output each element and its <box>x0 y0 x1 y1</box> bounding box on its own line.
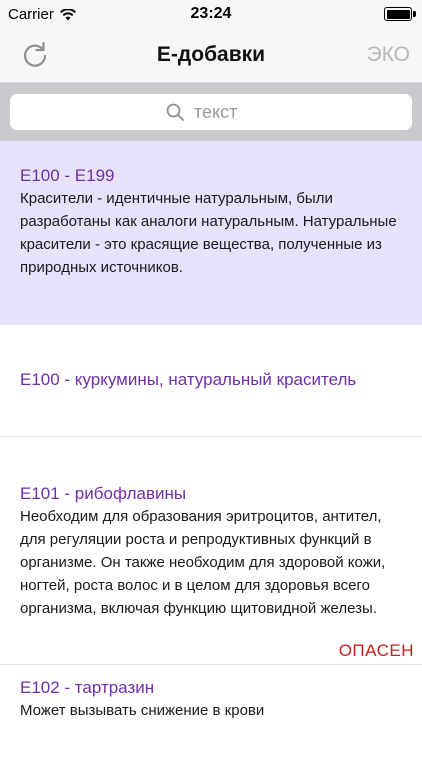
battery-icon <box>384 7 416 21</box>
list-item[interactable]: E102 - тартразин Может вызывать снижение… <box>0 665 422 765</box>
list-item-description: Красители - идентичные натуральным, были… <box>20 190 397 276</box>
additives-list: E100 - E199 Красители - идентичные натур… <box>0 141 422 765</box>
list-item-title: E100 - E199 <box>20 166 115 185</box>
list-item[interactable]: E100 - куркумины, натуральный краситель <box>0 325 422 437</box>
search-input[interactable] <box>192 100 256 124</box>
list-item[interactable]: E100 - E199 Красители - идентичные натур… <box>0 141 422 325</box>
list-item-title: E101 - рибофлавины <box>20 484 187 503</box>
status-time: 23:24 <box>190 5 232 22</box>
page-title: E-добавки <box>156 43 266 66</box>
list-item[interactable]: E101 - рибофлавины Необходим для образов… <box>0 437 422 665</box>
danger-badge: ОПАСЕН <box>338 641 414 660</box>
search-icon <box>166 103 184 121</box>
list-item-title: E100 - куркумины, натуральный краситель <box>20 370 357 389</box>
navigation-bar: E-добавки ЭКО <box>0 30 422 83</box>
list-item-description: Может вызывать снижение в крови <box>20 702 265 719</box>
search-field[interactable] <box>10 94 412 130</box>
eko-button[interactable]: ЭКО <box>367 43 410 67</box>
status-bar: Carrier 23:24 <box>0 0 422 30</box>
list-item-description: Необходим для образования эритроцитов, а… <box>20 508 386 617</box>
list-item-title: E102 - тартразин <box>20 678 155 697</box>
search-bar-container <box>0 83 422 141</box>
